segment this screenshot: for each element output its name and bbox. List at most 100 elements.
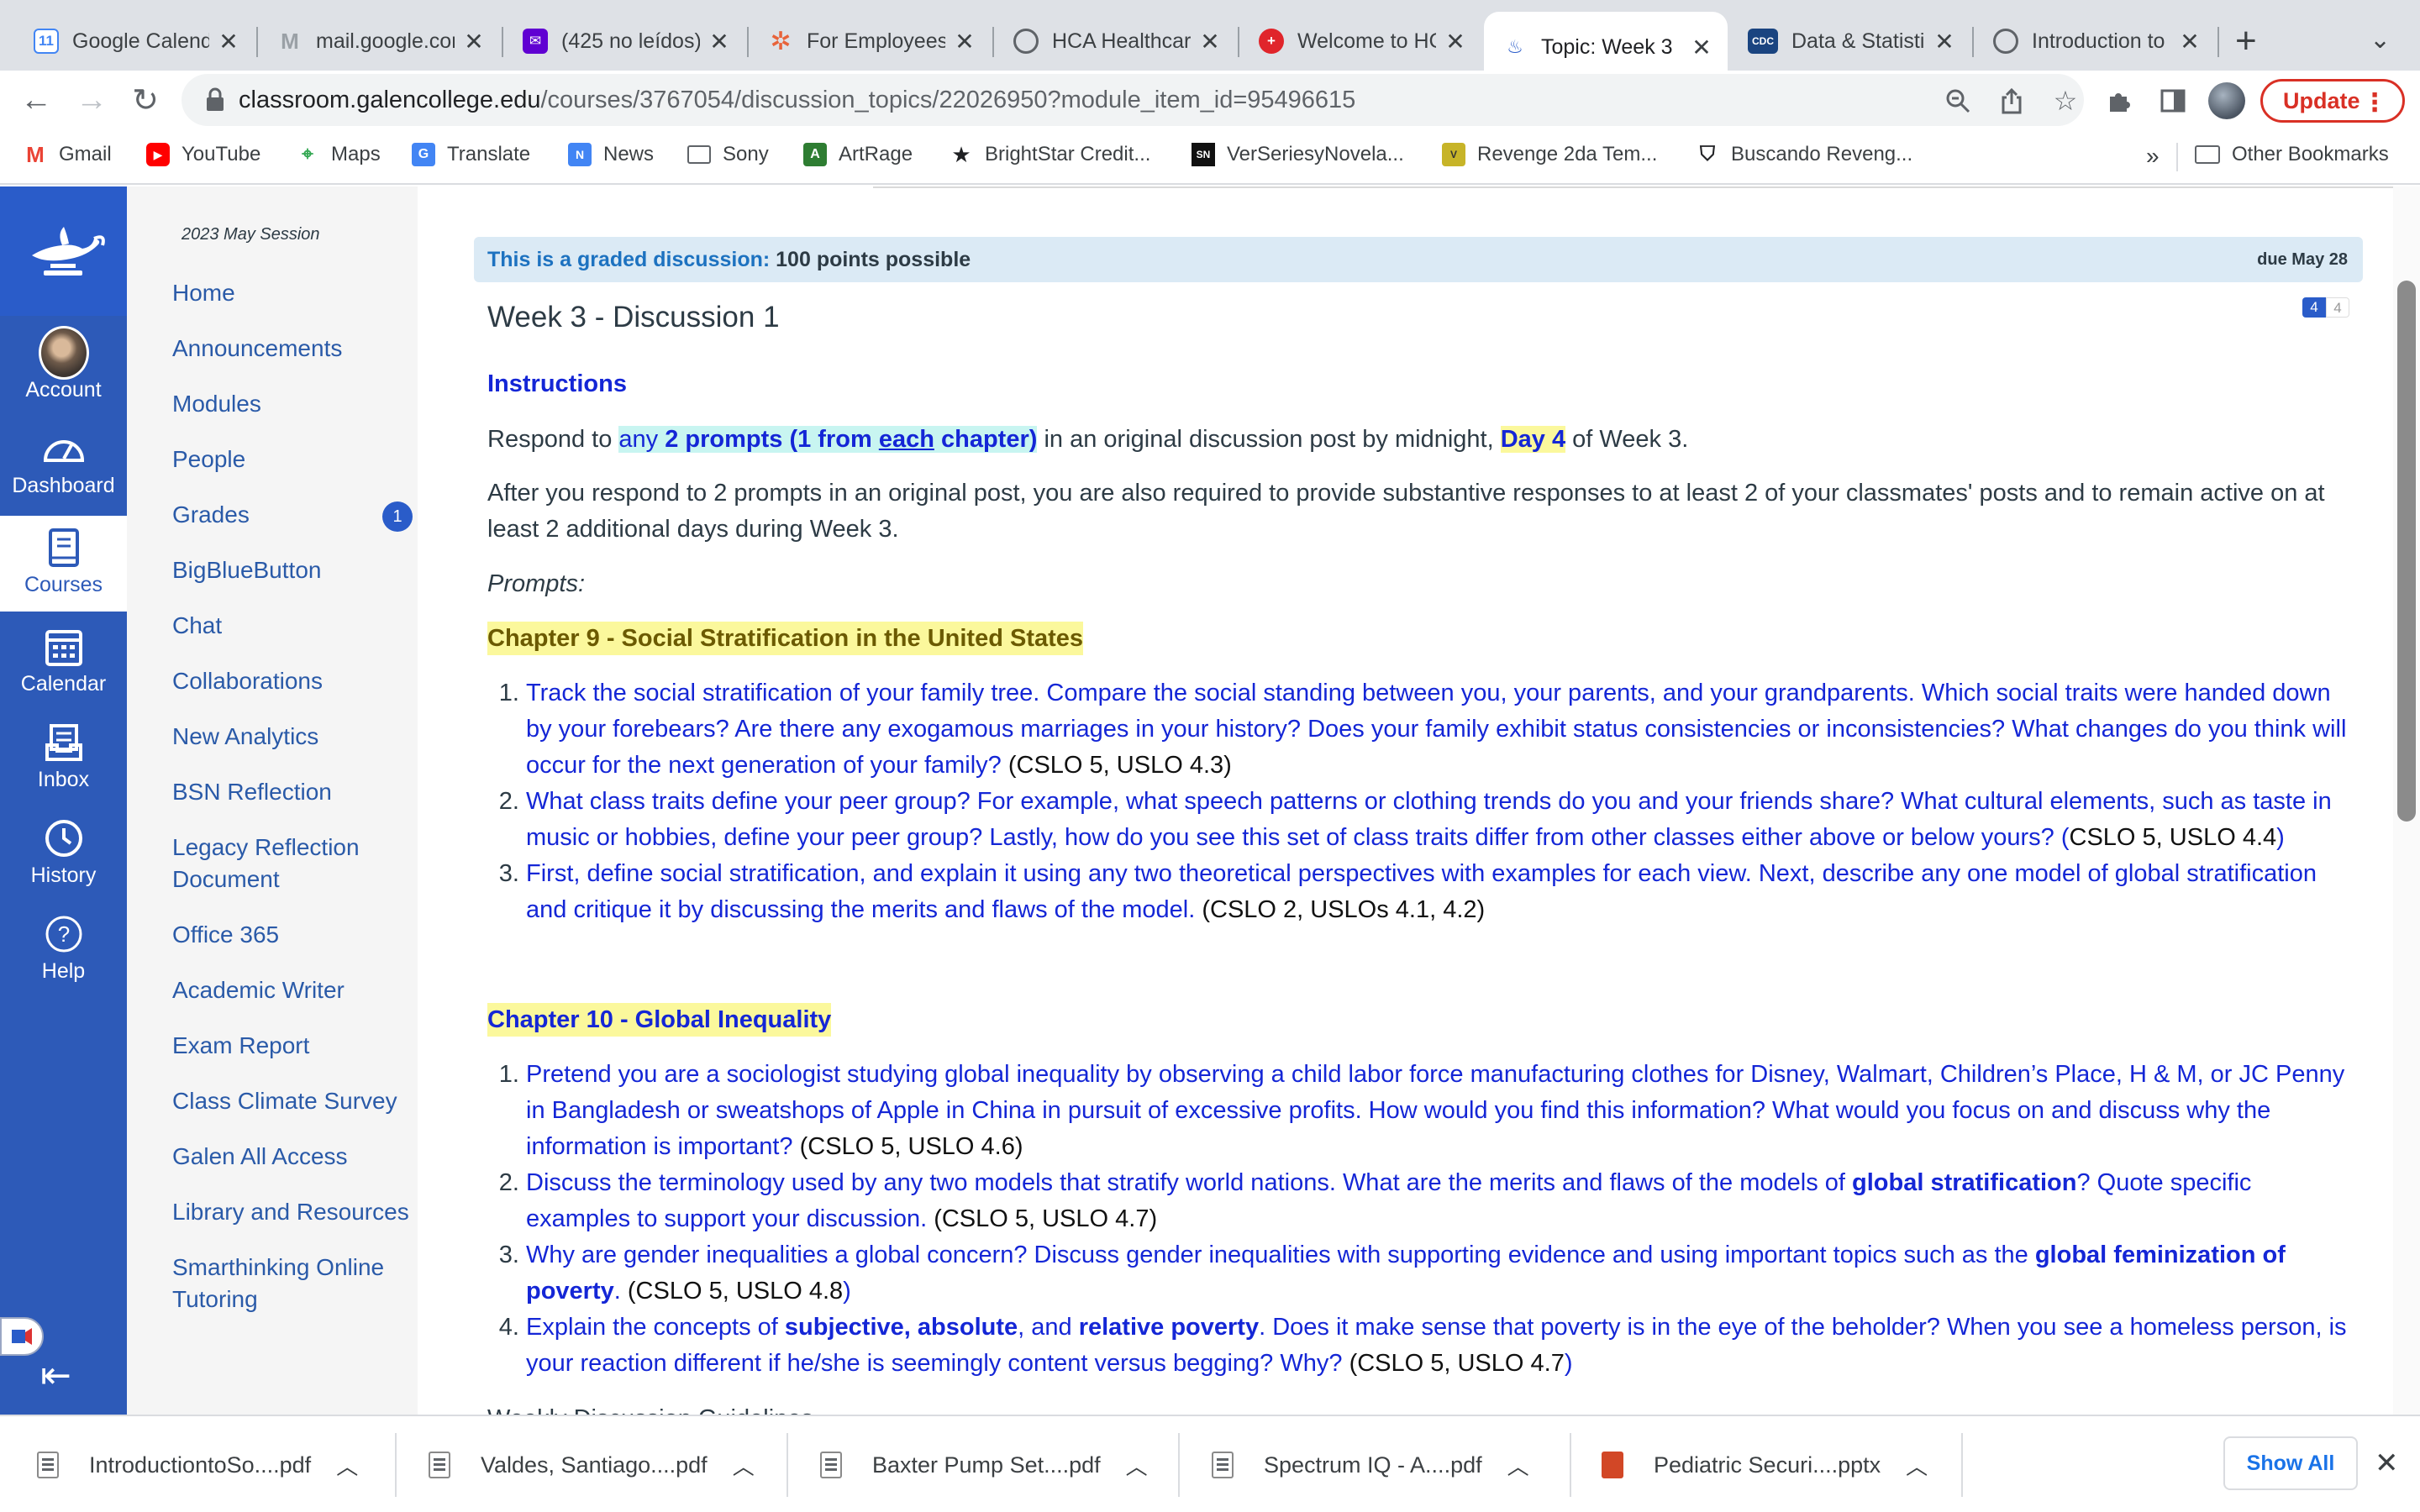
tab-yahoo-mail[interactable]: ✉ (425 no leídos) ✕	[504, 12, 745, 71]
prompt-outcomes: (CSLO 2, USLOs 4.1, 4.2)	[1202, 896, 1486, 923]
bookmark-verseries[interactable]: SN VerSeriesyNovela...	[1192, 143, 1404, 166]
global-nav-dashboard[interactable]: Dashboard	[0, 417, 127, 512]
global-nav-help[interactable]: ? Help	[0, 902, 127, 998]
lamp-icon: ♨	[1507, 36, 1523, 57]
bookmark-artrage[interactable]: A ArtRage	[803, 143, 913, 166]
bookmark-label: BrightStar Credit...	[985, 143, 1151, 165]
close-icon[interactable]: ✕	[2375, 1446, 2399, 1480]
tab-for-employees[interactable]: ✲ For Employees ✕	[750, 12, 991, 71]
course-nav-bigbluebutton[interactable]: BigBlueButton	[172, 554, 416, 586]
list-item: First, define social stratification, and…	[526, 856, 2349, 928]
course-nav-academic-writer[interactable]: Academic Writer	[172, 974, 416, 1006]
prompts-label: Prompts:	[487, 570, 586, 597]
chevron-up-icon[interactable]: ︿	[1126, 1450, 1148, 1481]
address-bar[interactable]: classroom.galencollege.edu/courses/37670…	[182, 74, 2084, 126]
close-icon[interactable]: ✕	[707, 28, 732, 55]
bookmark-sony[interactable]: Sony	[687, 143, 769, 166]
course-nav-galen-all-access[interactable]: Galen All Access	[172, 1141, 416, 1173]
zoom-icon[interactable]	[1941, 84, 1975, 118]
chevron-up-icon[interactable]: ︿	[336, 1450, 358, 1481]
tab-title: For Employees	[807, 29, 945, 53]
global-nav-inbox[interactable]: Inbox	[0, 711, 127, 806]
close-icon[interactable]: ✕	[2177, 28, 2202, 55]
download-filename: Spectrum IQ - A....pdf	[1264, 1452, 1482, 1478]
instructions-heading: Instructions	[487, 370, 627, 397]
course-navigation: 2023 May Session Home Announcements Modu…	[127, 186, 418, 1415]
more-bookmarks-chevron[interactable]: »	[2146, 143, 2160, 170]
global-nav-account[interactable]: Account	[0, 321, 127, 417]
download-item[interactable]: Pediatric Securi....pptx ︿	[1602, 1416, 1928, 1512]
profile-avatar[interactable]	[2208, 82, 2245, 119]
tab-hca-healthcare[interactable]: HCA Healthcare ✕	[995, 12, 1236, 71]
close-icon[interactable]: ✕	[1932, 28, 1957, 55]
bookmark-buscando[interactable]: ⛉ Buscando Reveng...	[1696, 143, 1912, 166]
course-nav-grades[interactable]: Grades	[172, 499, 416, 531]
chevron-up-icon[interactable]: ︿	[1507, 1450, 1529, 1481]
course-nav-new-analytics[interactable]: New Analytics	[172, 721, 416, 753]
download-item[interactable]: Baxter Pump Set....pdf ︿	[820, 1416, 1148, 1512]
course-nav-legacy-reflection[interactable]: Legacy Reflection Document	[172, 832, 416, 895]
bookmark-gmail[interactable]: M Gmail	[24, 142, 112, 167]
bookmark-news[interactable]: N News	[568, 143, 654, 166]
close-icon[interactable]: ✕	[1689, 34, 1714, 61]
course-nav-library-resources[interactable]: Library and Resources	[172, 1196, 416, 1228]
bookmark-youtube[interactable]: ▶ YouTube	[146, 143, 260, 166]
course-nav-class-climate-survey[interactable]: Class Climate Survey	[172, 1085, 416, 1117]
prompt-outcomes: CSLO 5, USLO 4.4	[2069, 824, 2277, 851]
course-nav-exam-report[interactable]: Exam Report	[172, 1030, 416, 1062]
download-item[interactable]: Valdes, Santiago....pdf ︿	[429, 1416, 755, 1512]
global-nav-calendar[interactable]: Calendar	[0, 615, 127, 711]
global-nav-label: Inbox	[37, 768, 90, 791]
course-nav-people[interactable]: People	[172, 444, 416, 475]
course-nav-announcements[interactable]: Announcements	[172, 333, 416, 365]
course-nav-smarthinking[interactable]: Smarthinking Online Tutoring	[172, 1252, 416, 1315]
tab-cdc-data[interactable]: CDC Data & Statistics ✕	[1729, 12, 1970, 71]
folder-icon	[687, 145, 711, 164]
reload-icon[interactable]: ↻	[124, 79, 166, 121]
back-arrow-icon[interactable]: ←	[15, 79, 57, 121]
tab-welcome-hca[interactable]: + Welcome to HCA ✕	[1240, 12, 1481, 71]
tab-search-chevron-icon[interactable]: ⌄	[2370, 25, 2391, 55]
course-nav-home[interactable]: Home	[172, 277, 416, 309]
bookmark-translate[interactable]: G Translate	[412, 143, 530, 166]
download-filename: IntroductiontoSo....pdf	[89, 1452, 312, 1478]
course-nav-bsn-reflection[interactable]: BSN Reflection	[172, 776, 416, 808]
tab-google-calendar[interactable]: 11 Google Calendar ✕	[15, 12, 255, 71]
close-icon[interactable]: ✕	[952, 28, 977, 55]
close-icon[interactable]: ✕	[1443, 28, 1468, 55]
close-icon[interactable]: ✕	[1197, 28, 1223, 55]
chevron-up-icon[interactable]: ︿	[733, 1450, 755, 1481]
course-nav-chat[interactable]: Chat	[172, 610, 416, 642]
tab-gmail[interactable]: M mail.google.com ✕	[259, 12, 500, 71]
inbox-icon	[39, 717, 89, 768]
bookmark-brightstar[interactable]: ★ BrightStar Credit...	[950, 142, 1151, 167]
prompt-text: Explain the concepts of	[526, 1314, 785, 1341]
chevron-up-icon[interactable]: ︿	[1906, 1450, 1928, 1481]
course-nav-collaborations[interactable]: Collaborations	[172, 665, 416, 697]
close-icon[interactable]: ✕	[216, 28, 241, 55]
side-panel-icon[interactable]	[2154, 82, 2191, 119]
global-nav-history[interactable]: History	[0, 806, 127, 902]
readspeaker-icon[interactable]	[0, 1317, 44, 1356]
collapse-nav-icon[interactable]: ⇤	[40, 1354, 71, 1397]
course-nav-office-365[interactable]: Office 365	[172, 919, 416, 951]
download-item[interactable]: Spectrum IQ - A....pdf ︿	[1212, 1416, 1529, 1512]
show-all-downloads-button[interactable]: Show All	[2223, 1436, 2358, 1490]
course-nav-modules[interactable]: Modules	[172, 388, 416, 420]
share-icon[interactable]	[1995, 84, 2028, 118]
bookmark-other[interactable]: Other Bookmarks	[2195, 143, 2389, 166]
scrollbar-thumb[interactable]	[2397, 281, 2416, 822]
close-icon[interactable]: ✕	[461, 28, 487, 55]
bookmark-revenge[interactable]: V Revenge 2da Tem...	[1442, 143, 1657, 166]
update-button[interactable]: Update ⋮	[2260, 79, 2405, 123]
galen-lamp-logo[interactable]	[0, 186, 127, 316]
download-item[interactable]: IntroductiontoSo....pdf ︿	[37, 1416, 358, 1512]
forward-arrow-icon[interactable]: →	[71, 79, 113, 121]
tab-introduction[interactable]: Introduction to ✕	[1975, 12, 2216, 71]
bookmark-star-icon[interactable]: ☆	[2049, 84, 2082, 118]
pdf-file-icon	[820, 1452, 842, 1478]
global-nav-courses[interactable]: Courses	[0, 516, 127, 612]
extensions-icon[interactable]	[2101, 82, 2138, 119]
bookmark-maps[interactable]: ⌖ Maps	[296, 143, 380, 166]
new-tab-button[interactable]: +	[2235, 20, 2257, 62]
